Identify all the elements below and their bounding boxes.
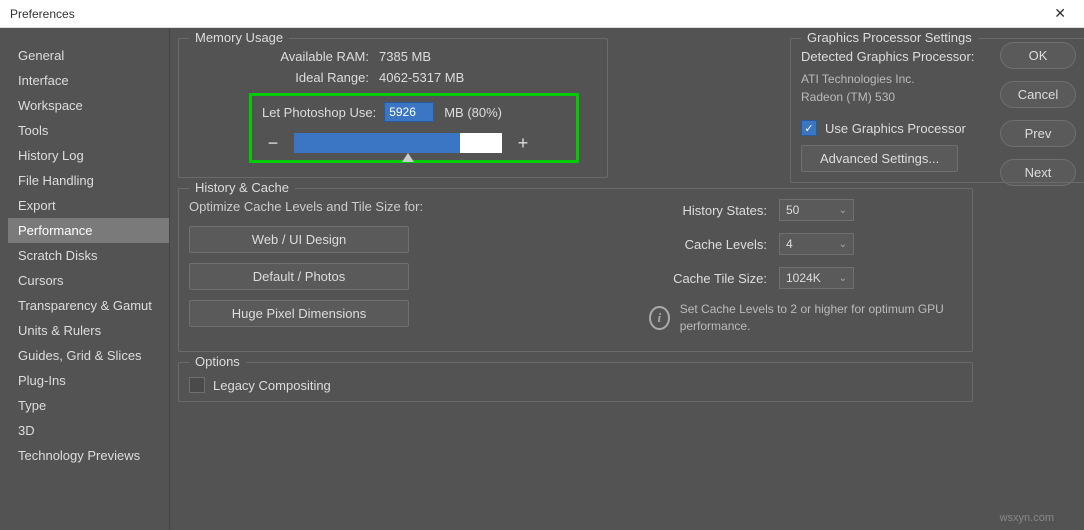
options-group: Options Legacy Compositing [178,362,973,402]
available-ram-value: 7385 MB [379,49,431,64]
chevron-down-icon: ⌄ [839,239,847,250]
history-states-label: History States: [649,203,779,218]
gpu-model: Radeon (TM) 530 [801,88,1084,106]
history-states-dropdown[interactable]: 50 ⌄ [779,199,854,221]
use-gpu-row[interactable]: ✓ Use Graphics Processor [801,120,1084,136]
memory-use-input[interactable] [384,102,434,122]
sidebar-item-3d[interactable]: 3D [8,418,169,443]
watermark: wsxyn.com [1000,512,1054,524]
graphics-processor-group: Graphics Processor Settings Detected Gra… [790,38,1084,183]
history-cache-title: History & Cache [189,180,295,195]
use-gpu-checkbox[interactable]: ✓ [801,120,817,136]
sidebar-item-transparency-gamut[interactable]: Transparency & Gamut [8,293,169,318]
sidebar-item-scratch-disks[interactable]: Scratch Disks [8,243,169,268]
preset-huge-pixel-button[interactable]: Huge Pixel Dimensions [189,300,409,327]
main: General Interface Workspace Tools Histor… [0,28,1084,530]
options-title: Options [189,354,246,369]
advanced-settings-button[interactable]: Advanced Settings... [801,145,958,172]
ideal-range-value: 4062-5317 MB [379,70,464,85]
cache-levels-dropdown[interactable]: 4 ⌄ [779,233,854,255]
sidebar-item-history-log[interactable]: History Log [8,143,169,168]
sidebar-item-tools[interactable]: Tools [8,118,169,143]
sidebar-item-plugins[interactable]: Plug-Ins [8,368,169,393]
cache-levels-label: Cache Levels: [649,237,779,252]
content: Memory Usage Available RAM: 7385 MB Idea… [170,28,992,530]
legacy-compositing-label: Legacy Compositing [213,378,331,393]
memory-slider[interactable] [294,133,502,153]
memory-highlight-box: Let Photoshop Use: MB (80%) − + [249,93,579,163]
detected-gpu-label: Detected Graphics Processor: [801,49,1084,64]
sidebar-item-units-rulers[interactable]: Units & Rulers [8,318,169,343]
sidebar-item-interface[interactable]: Interface [8,68,169,93]
memory-use-unit: MB (80%) [444,105,502,120]
history-states-value: 50 [786,203,799,217]
graphics-processor-title: Graphics Processor Settings [801,30,978,45]
cache-levels-value: 4 [786,237,793,251]
sidebar-item-type[interactable]: Type [8,393,169,418]
chevron-down-icon: ⌄ [839,205,847,216]
memory-minus-button[interactable]: − [262,132,284,154]
sidebar: General Interface Workspace Tools Histor… [0,28,170,530]
sidebar-item-file-handling[interactable]: File Handling [8,168,169,193]
gpu-vendor: ATI Technologies Inc. [801,70,1084,88]
legacy-compositing-row[interactable]: Legacy Compositing [189,373,962,393]
let-photoshop-use-label: Let Photoshop Use: [262,105,376,120]
cache-info-text: Set Cache Levels to 2 or higher for opti… [680,301,962,335]
sidebar-item-cursors[interactable]: Cursors [8,268,169,293]
cache-tile-size-label: Cache Tile Size: [649,271,779,286]
sidebar-item-guides-grid-slices[interactable]: Guides, Grid & Slices [8,343,169,368]
sidebar-item-general[interactable]: General [8,43,169,68]
memory-usage-title: Memory Usage [189,30,289,45]
info-icon: i [649,306,670,330]
chevron-down-icon: ⌄ [839,273,847,284]
memory-slider-handle[interactable] [402,153,414,162]
optimize-label: Optimize Cache Levels and Tile Size for: [189,199,469,214]
window-title: Preferences [10,7,75,21]
sidebar-item-technology-previews[interactable]: Technology Previews [8,443,169,468]
graphics-processor-wrapper: Graphics Processor Settings Detected Gra… [790,38,1084,193]
memory-usage-group: Memory Usage Available RAM: 7385 MB Idea… [178,38,608,178]
legacy-compositing-checkbox[interactable] [189,377,205,393]
cache-tile-size-dropdown[interactable]: 1024K ⌄ [779,267,854,289]
sidebar-item-workspace[interactable]: Workspace [8,93,169,118]
cache-tile-size-value: 1024K [786,271,821,285]
titlebar: Preferences ✕ [0,0,1084,28]
use-gpu-label: Use Graphics Processor [825,121,966,136]
preset-default-photos-button[interactable]: Default / Photos [189,263,409,290]
close-icon[interactable]: ✕ [1046,1,1074,26]
preset-web-ui-button[interactable]: Web / UI Design [189,226,409,253]
available-ram-label: Available RAM: [189,49,379,64]
sidebar-item-performance[interactable]: Performance [8,218,169,243]
history-cache-group: History & Cache Optimize Cache Levels an… [178,188,973,352]
sidebar-item-export[interactable]: Export [8,193,169,218]
memory-plus-button[interactable]: + [512,132,534,154]
ideal-range-label: Ideal Range: [189,70,379,85]
memory-slider-fill [294,133,460,153]
